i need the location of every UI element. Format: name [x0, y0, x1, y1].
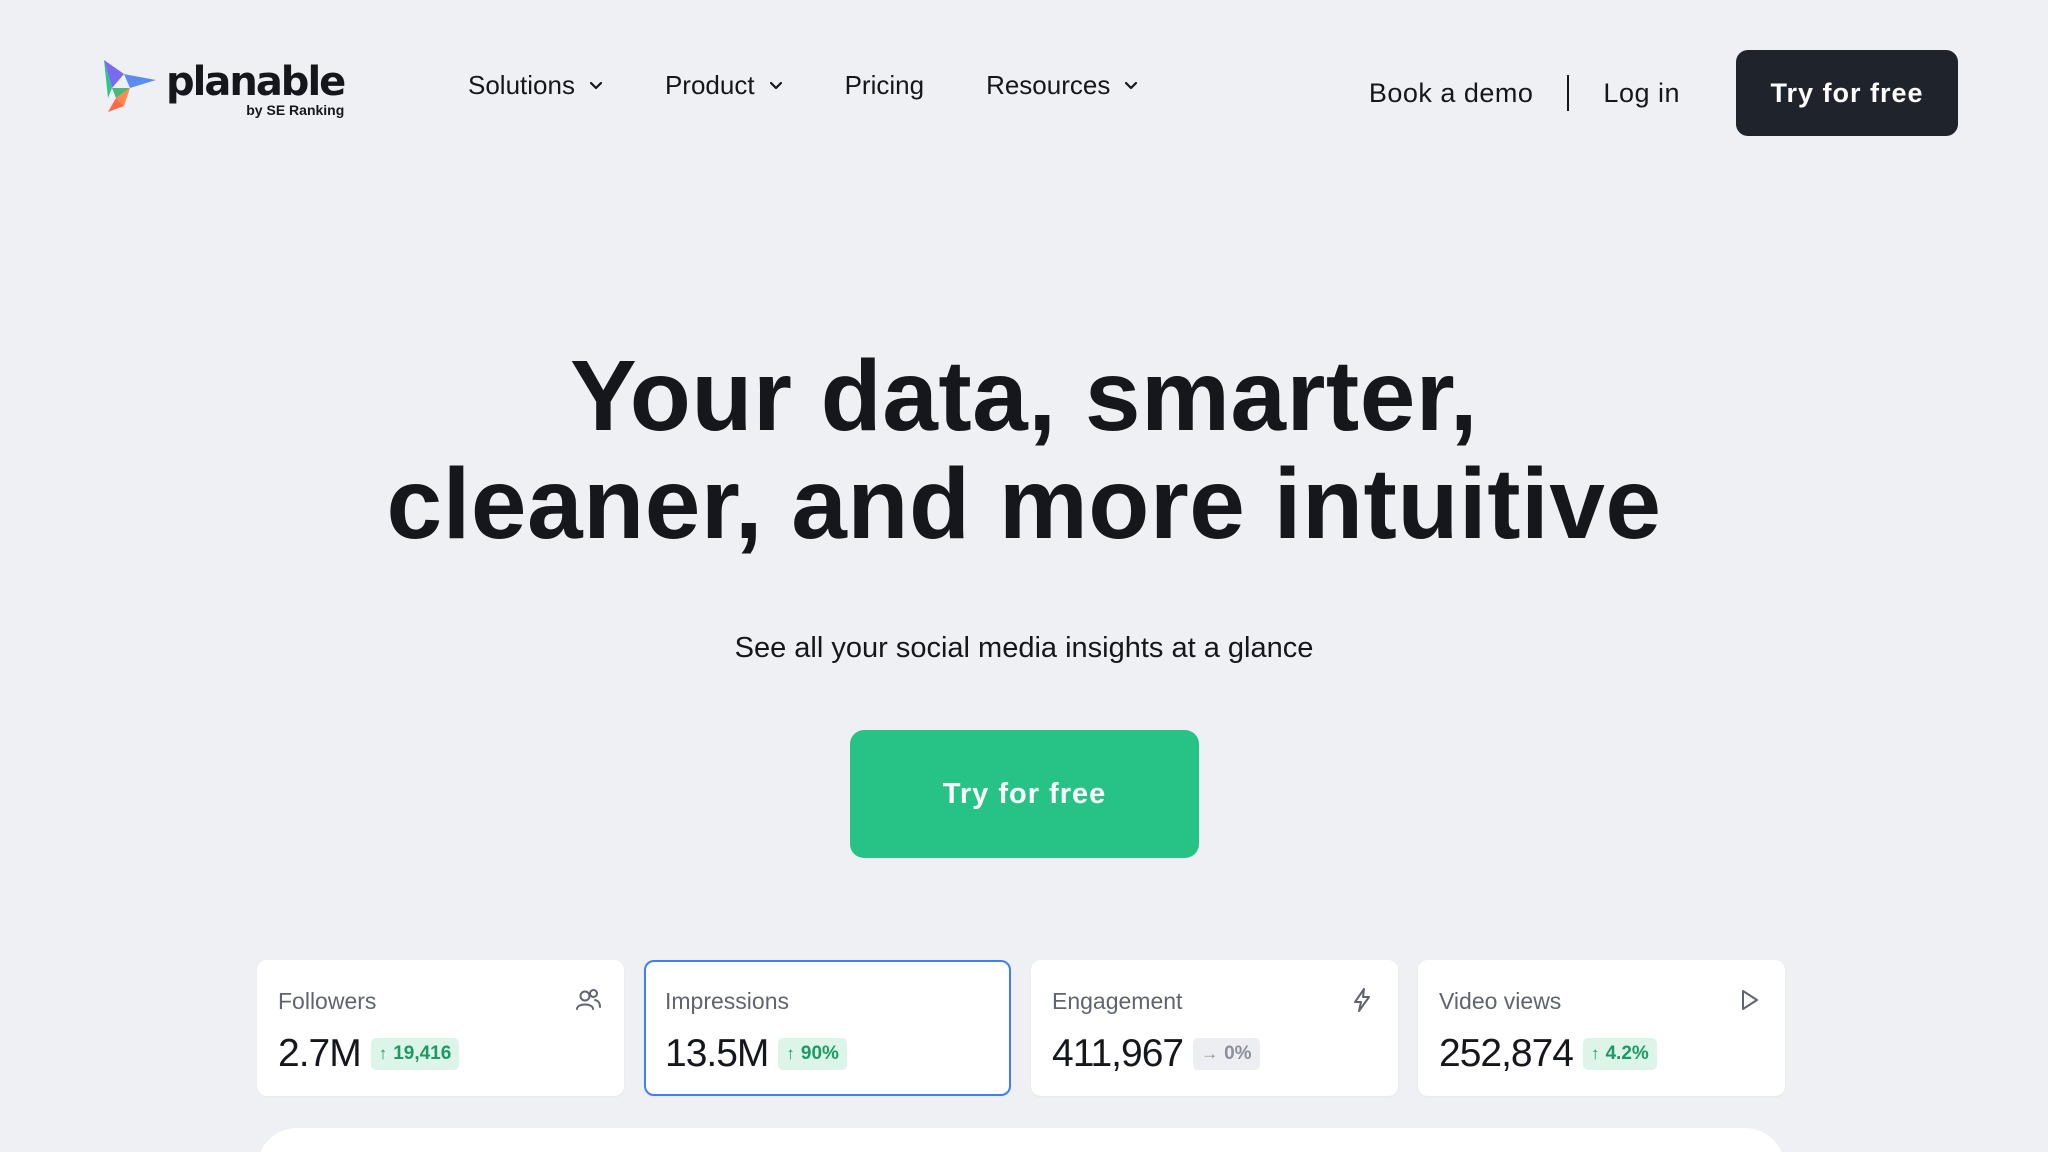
play-icon — [1742, 990, 1758, 1010]
stat-value: 411,967 — [1052, 1032, 1184, 1075]
stat-label: Followers — [278, 988, 377, 1014]
main-nav: Solutions Product Pricing Resources — [468, 70, 1200, 101]
planable-logo-icon — [104, 60, 156, 112]
nav-item-label: Product — [664, 70, 755, 100]
lightning-icon — [1354, 988, 1370, 1012]
nav-item-resources[interactable]: Resources — [986, 70, 1138, 101]
nav-item-label: Pricing — [844, 70, 925, 100]
stat-value: 252,874 — [1439, 1032, 1574, 1075]
planable-logo[interactable]: planable by SE Ranking — [102, 58, 346, 118]
hero-title: Your data, smarter, cleaner, and more in… — [0, 342, 2048, 558]
stat-card-engagement[interactable]: Engagement 411,967 → 0% — [1031, 960, 1398, 1096]
stat-delta-badge: ↑ 4.2% — [1582, 1038, 1657, 1070]
stat-delta-badge: ↑ 19,416 — [370, 1038, 460, 1070]
stat-delta: 4.2% — [1605, 1043, 1649, 1064]
logo-subtitle: by SE Ranking — [246, 102, 345, 118]
chevron-down-icon — [1125, 81, 1138, 89]
stat-value: 13.5M — [665, 1032, 769, 1075]
users-icon — [576, 989, 601, 1010]
arrow-up-icon: ↑ — [1590, 1044, 1600, 1063]
arrow-right-icon: → — [1201, 1044, 1219, 1063]
header-try-free-button[interactable]: Try for free — [1736, 50, 1958, 136]
stat-card-followers[interactable]: Followers 2.7M ↑ 19,416 — [257, 960, 624, 1096]
stat-delta: 0% — [1224, 1043, 1252, 1064]
stat-label: Engagement — [1052, 988, 1183, 1014]
stat-label: Impressions — [665, 988, 789, 1014]
dashboard-preview-panel — [257, 1128, 1785, 1152]
chevron-down-icon — [769, 81, 782, 89]
hero-subtitle: See all your social media insights at a … — [734, 632, 1314, 664]
chevron-down-icon — [589, 81, 603, 89]
stat-delta: 90% — [800, 1043, 839, 1064]
nav-item-solutions[interactable]: Solutions — [468, 70, 603, 101]
stat-delta-badge: ↑ 90% — [778, 1038, 847, 1070]
nav-item-label: Resources — [986, 70, 1111, 100]
arrow-up-icon: ↑ — [786, 1044, 795, 1063]
hero-title-line: Your data, smarter, — [570, 340, 1478, 452]
login-link[interactable]: Log in — [1603, 78, 1680, 109]
hero-title-line: cleaner, and more intuitive — [386, 448, 1662, 560]
header-divider — [1567, 75, 1570, 111]
stat-label: Video views — [1439, 988, 1562, 1014]
arrow-up-icon: ↑ — [378, 1044, 388, 1063]
header-actions: Book a demo Log in Try for free — [1369, 50, 1958, 136]
nav-item-product[interactable]: Product — [665, 70, 783, 101]
stat-delta-badge: → 0% — [1193, 1038, 1260, 1070]
stat-card-video-views[interactable]: Video views 252,874 ↑ 4.2% — [1418, 960, 1785, 1096]
nav-item-pricing[interactable]: Pricing — [845, 70, 924, 101]
stat-value: 2.7M — [278, 1032, 362, 1075]
hero-try-free-button[interactable]: Try for free — [850, 730, 1199, 858]
stat-delta: 19,416 — [393, 1043, 452, 1064]
page: planable by SE Ranking Solutions Product… — [0, 0, 2048, 1152]
nav-item-label: Solutions — [468, 70, 575, 100]
stat-cards: Followers 2.7M ↑ 19,416 Impressions 13.5… — [257, 960, 1805, 1096]
book-demo-link[interactable]: Book a demo — [1369, 78, 1534, 109]
logo-wordmark: planable — [166, 59, 346, 105]
stat-card-impressions[interactable]: Impressions 13.5M ↑ 90% — [644, 960, 1011, 1096]
